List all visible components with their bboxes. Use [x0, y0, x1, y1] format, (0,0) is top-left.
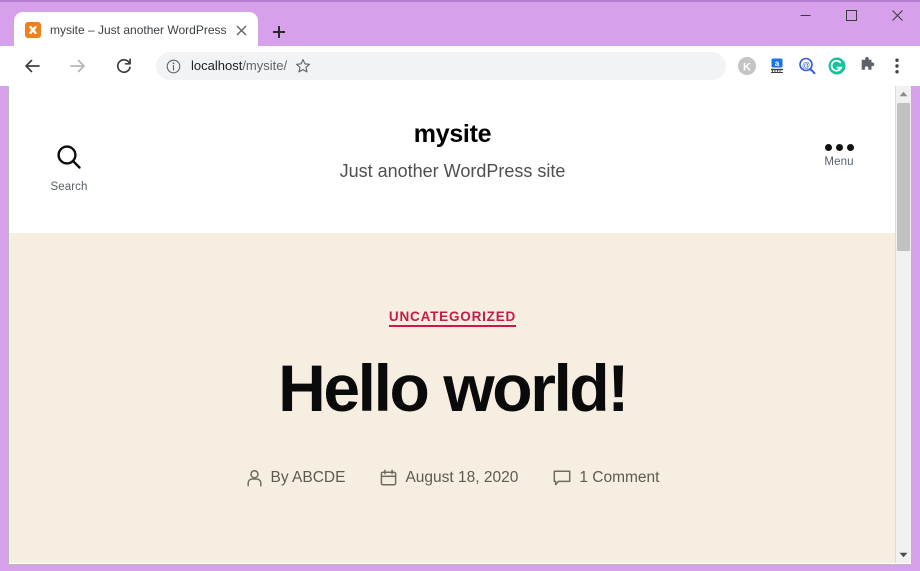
site-tagline: Just another WordPress site [339, 161, 566, 181]
grammarly-g-icon[interactable] [822, 52, 852, 80]
three-dot-icon [814, 144, 864, 151]
calendar-icon [380, 469, 397, 487]
search-toggle-label: Search [50, 181, 88, 193]
category-link-uncategorized[interactable]: UNCATEGORIZED [389, 309, 516, 324]
address-bar[interactable]: localhost/mysite/ [156, 52, 726, 80]
person-icon [246, 469, 263, 487]
page-viewport: Search mysite Just another WordPress sit… [8, 86, 912, 565]
info-icon[interactable] [166, 59, 181, 74]
post-title[interactable]: Hello world! [9, 352, 896, 424]
wordpress-page: Search mysite Just another WordPress sit… [9, 86, 896, 563]
scroll-up-arrow-icon[interactable] [896, 86, 911, 102]
site-branding: mysite Just another WordPress site [9, 119, 896, 182]
window-controls [782, 0, 920, 30]
url-host: localhost [191, 58, 243, 73]
scroll-down-arrow-icon[interactable] [896, 547, 911, 563]
maximize-button[interactable] [828, 0, 874, 30]
tab-title: mysite – Just another WordPress [50, 23, 227, 37]
three-dot-menu-icon[interactable] [882, 52, 912, 80]
post-author-text: By ABCDE [270, 469, 346, 487]
svg-text:@: @ [802, 61, 810, 70]
zoom-search-icon[interactable]: @ [792, 52, 822, 80]
browser-tab[interactable]: mysite – Just another WordPress [14, 12, 258, 48]
post-category: UNCATEGORIZED [9, 308, 896, 326]
post-comments-text: 1 Comment [579, 469, 660, 487]
browser-toolbar: localhost/mysite/ K a @ [0, 46, 920, 86]
post-author: By ABCDE [246, 468, 346, 488]
browser-window: mysite – Just another WordPress localhos… [0, 0, 920, 571]
forward-arrow-icon[interactable] [64, 52, 92, 80]
xampp-favicon [25, 22, 41, 38]
reload-icon[interactable] [110, 52, 138, 80]
url-path: /mysite/ [242, 58, 288, 73]
site-header: Search mysite Just another WordPress sit… [9, 86, 896, 233]
grammarly-icon[interactable]: a [762, 52, 792, 80]
menu-toggle-label: Menu [824, 156, 854, 168]
post-date: August 18, 2020 [380, 468, 518, 488]
back-arrow-icon[interactable] [18, 52, 46, 80]
post-comments: 1 Comment [553, 468, 659, 488]
puzzle-extensions-icon[interactable] [852, 52, 882, 80]
menu-toggle-button[interactable]: Menu [814, 144, 864, 168]
svg-text:K: K [743, 62, 751, 74]
tab-close-icon[interactable] [232, 21, 250, 39]
page-scrollbar[interactable] [895, 86, 911, 563]
minimize-button[interactable] [782, 0, 828, 30]
post-entry: UNCATEGORIZED Hello world! By ABCDE Augu… [9, 233, 896, 488]
browser-titlebar: mysite – Just another WordPress [0, 0, 920, 48]
url-text[interactable]: localhost/mysite/ [191, 58, 287, 74]
kaspersky-icon[interactable]: K [732, 52, 762, 80]
post-meta: By ABCDE August 18, 2020 1 Comment [9, 468, 896, 488]
comment-icon [553, 469, 571, 487]
site-title[interactable]: mysite [9, 119, 896, 149]
post-date-text: August 18, 2020 [405, 469, 519, 487]
new-tab-button[interactable] [266, 19, 292, 45]
close-window-button[interactable] [874, 0, 920, 30]
svg-text:a: a [775, 59, 780, 68]
scrollbar-thumb[interactable] [897, 103, 910, 251]
star-icon[interactable] [291, 54, 315, 78]
